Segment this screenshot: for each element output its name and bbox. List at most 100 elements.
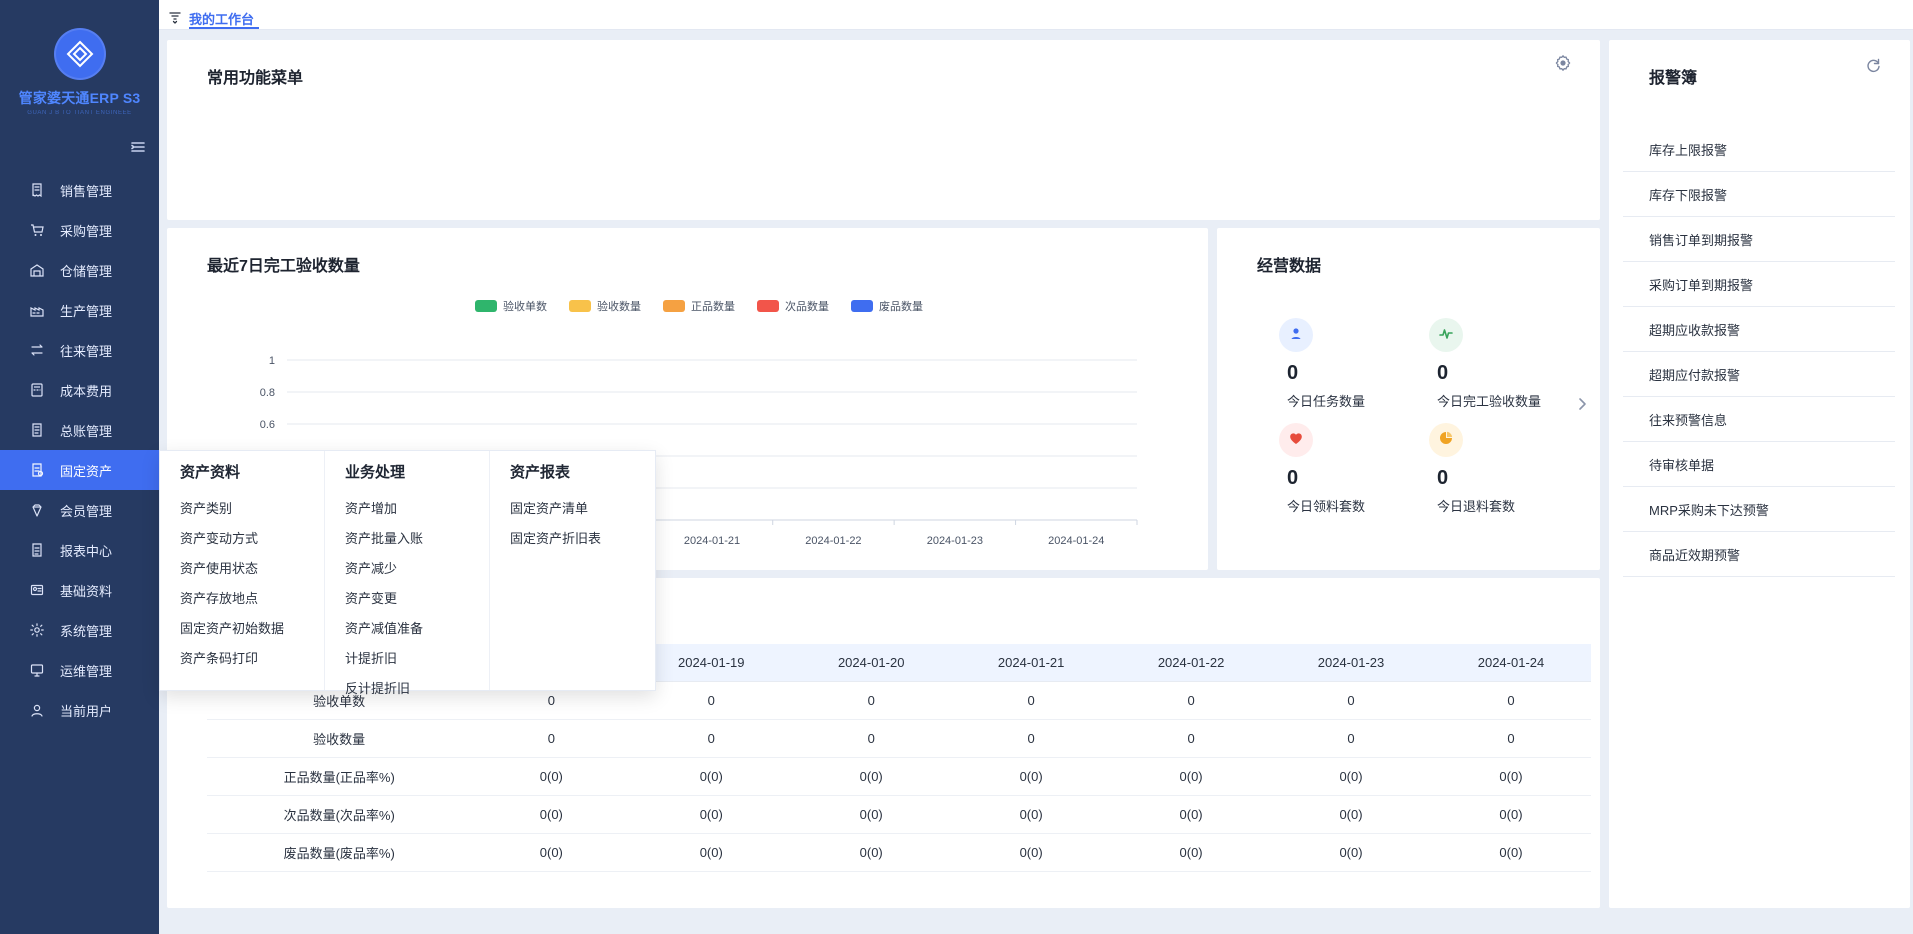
warning-item-inventory-lower[interactable]: 库存下限报警 [1623, 172, 1895, 217]
table-cell: 0 [471, 719, 632, 758]
sidebar-item-label: 总账管理 [60, 423, 113, 439]
flyout-item[interactable]: 资产条码打印 [180, 642, 324, 672]
table-cell: 0 [951, 681, 1112, 720]
sidebar-item-ops[interactable]: 运维管理 [0, 650, 159, 690]
flyout-item[interactable]: 资产批量入账 [345, 522, 489, 552]
flyout-item[interactable]: 固定资产折旧表 [510, 522, 655, 552]
table-cell: 0(0) [1111, 757, 1272, 796]
heart-icon [1288, 430, 1304, 451]
app-root: 管家婆天通ERP S3 GUAN J B TO TIANT ENGINEEE 销… [0, 0, 1913, 934]
table-cell: 0 [1430, 719, 1591, 758]
flyout-column-business: 业务处理 资产增加 资产批量入账 资产减少 资产变更 资产减值准备 计提折旧 反… [325, 451, 490, 696]
warning-item-pending-approval[interactable]: 待审核单据 [1623, 442, 1895, 487]
kpi-value: 0 [1287, 362, 1299, 384]
table-cell: 0 [1271, 719, 1431, 758]
flyout-item[interactable]: 资产减值准备 [345, 612, 489, 642]
flyout-item[interactable]: 资产使用状态 [180, 552, 324, 582]
flyout-heading: 资产报表 [510, 464, 571, 481]
kpi-label: 今日完工验收数量 [1437, 394, 1542, 409]
sidebar-item-members[interactable]: 会员管理 [0, 490, 159, 530]
sidebar-item-warehouse[interactable]: 仓储管理 [0, 250, 159, 290]
table-header-cell: 2024-01-23 [1271, 644, 1431, 682]
flyout-heading: 资产资料 [180, 464, 241, 481]
warning-item-overdue-receivable[interactable]: 超期应收款报警 [1623, 307, 1895, 352]
flyout-item[interactable]: 计提折旧 [345, 642, 489, 672]
table-cell: 0(0) [471, 833, 632, 872]
gear-icon [1554, 54, 1572, 77]
sidebar-item-label: 仓储管理 [60, 263, 113, 279]
sidebar-collapse-button[interactable] [129, 140, 147, 158]
table-header-cell: 2024-01-22 [1111, 644, 1272, 682]
fixed-assets-flyout: 资产资料 资产类别 资产变动方式 资产使用状态 资产存放地点 固定资产初始数据 … [159, 450, 656, 696]
sidebar-item-label: 系统管理 [60, 623, 113, 639]
sidebar-item-system[interactable]: 系统管理 [0, 610, 159, 650]
sidebar-item-cost[interactable]: 成本费用 [0, 370, 159, 410]
monitor-icon [28, 661, 46, 679]
warning-item-sales-order-due[interactable]: 销售订单到期报警 [1623, 217, 1895, 262]
sidebar-item-label: 固定资产 [60, 463, 113, 479]
sidebar-item-basics[interactable]: 基础资料 [0, 570, 159, 610]
table-row-label: 废品数量(废品率%) [207, 833, 472, 872]
gear-icon [28, 621, 46, 639]
warning-book-refresh-button[interactable] [1864, 58, 1882, 76]
legend-item[interactable]: 正品数量 [663, 298, 735, 314]
table-cell: 0(0) [1271, 795, 1431, 834]
common-menu-settings-button[interactable] [1554, 54, 1572, 77]
legend-item[interactable]: 验收数量 [569, 298, 641, 314]
flyout-heading: 业务处理 [345, 464, 406, 481]
table-cell: 0 [1111, 719, 1272, 758]
warning-item-inventory-upper[interactable]: 库存上限报警 [1623, 127, 1895, 172]
calculator-icon [28, 381, 46, 399]
flyout-item[interactable]: 资产变动方式 [180, 522, 324, 552]
sidebar-item-current-user[interactable]: 当前用户 [0, 690, 159, 730]
legend-item[interactable]: 废品数量 [851, 298, 923, 314]
kpi-value: 0 [1287, 467, 1299, 489]
table-cell: 0(0) [951, 833, 1112, 872]
flyout-column-asset-data: 资产资料 资产类别 资产变动方式 资产使用状态 资产存放地点 固定资产初始数据 … [160, 451, 325, 690]
table-row: 正品数量(正品率%) 0(0) 0(0) 0(0) 0(0) 0(0) 0(0)… [207, 757, 1591, 796]
table-header-cell: 2024-01-21 [951, 644, 1112, 682]
legend-item[interactable]: 次品数量 [757, 298, 829, 314]
sidebar-item-purchase[interactable]: 采购管理 [0, 210, 159, 250]
kpi-return-kits: 0 今日退料套数 [1429, 423, 1597, 514]
table-cell: 0(0) [791, 833, 952, 872]
table-cell: 0(0) [1430, 795, 1591, 834]
flyout-item[interactable]: 资产减少 [345, 552, 489, 582]
table-row-label: 正品数量(正品率%) [207, 757, 472, 796]
flyout-item[interactable]: 资产存放地点 [180, 582, 324, 612]
table-cell: 0(0) [631, 795, 792, 834]
warning-item-purchase-order-due[interactable]: 采购订单到期报警 [1623, 262, 1895, 307]
x-tick-label: 2024-01-24 [1048, 535, 1104, 547]
flyout-item[interactable]: 固定资产清单 [510, 492, 655, 522]
warning-item-expiry-alert[interactable]: 商品近效期预警 [1623, 532, 1895, 577]
table-cell: 0(0) [471, 795, 632, 834]
kpi-icon-wrap [1429, 423, 1463, 457]
chart-title: 最近7日完工验收数量 [207, 258, 360, 275]
table-cell: 0 [951, 719, 1112, 758]
kpi-next-button[interactable] [1574, 397, 1590, 414]
sidebar-item-reports[interactable]: 报表中心 [0, 530, 159, 570]
warning-item-mrp-unreleased[interactable]: MRP采购未下达预警 [1623, 487, 1895, 532]
table-cell: 0(0) [1271, 757, 1431, 796]
sidebar-item-ledger[interactable]: 总账管理 [0, 410, 159, 450]
sidebar-item-production[interactable]: 生产管理 [0, 290, 159, 330]
flyout-item[interactable]: 资产类别 [180, 492, 324, 522]
table-header-cell: 2024-01-20 [791, 644, 952, 682]
table-row-label: 次品数量(次品率%) [207, 795, 472, 834]
sidebar-item-sales[interactable]: 销售管理 [0, 170, 159, 210]
warning-item-overdue-payable[interactable]: 超期应付款报警 [1623, 352, 1895, 397]
table-cell: 0 [1271, 681, 1431, 720]
flyout-item[interactable]: 反计提折旧 [345, 672, 489, 702]
y-tick-label: 1 [269, 355, 275, 367]
x-tick-label: 2024-01-23 [927, 535, 983, 547]
diamond-icon [28, 501, 46, 519]
legend-label: 正品数量 [691, 301, 735, 313]
flyout-item[interactable]: 固定资产初始数据 [180, 612, 324, 642]
legend-label: 废品数量 [879, 301, 923, 313]
legend-item[interactable]: 验收单数 [475, 298, 547, 314]
warning-item-account-alert[interactable]: 往来预警信息 [1623, 397, 1895, 442]
sidebar-item-exchange[interactable]: 往来管理 [0, 330, 159, 370]
sidebar-item-fixed-assets[interactable]: 固定资产 [0, 450, 159, 490]
flyout-item[interactable]: 资产增加 [345, 492, 489, 522]
flyout-item[interactable]: 资产变更 [345, 582, 489, 612]
